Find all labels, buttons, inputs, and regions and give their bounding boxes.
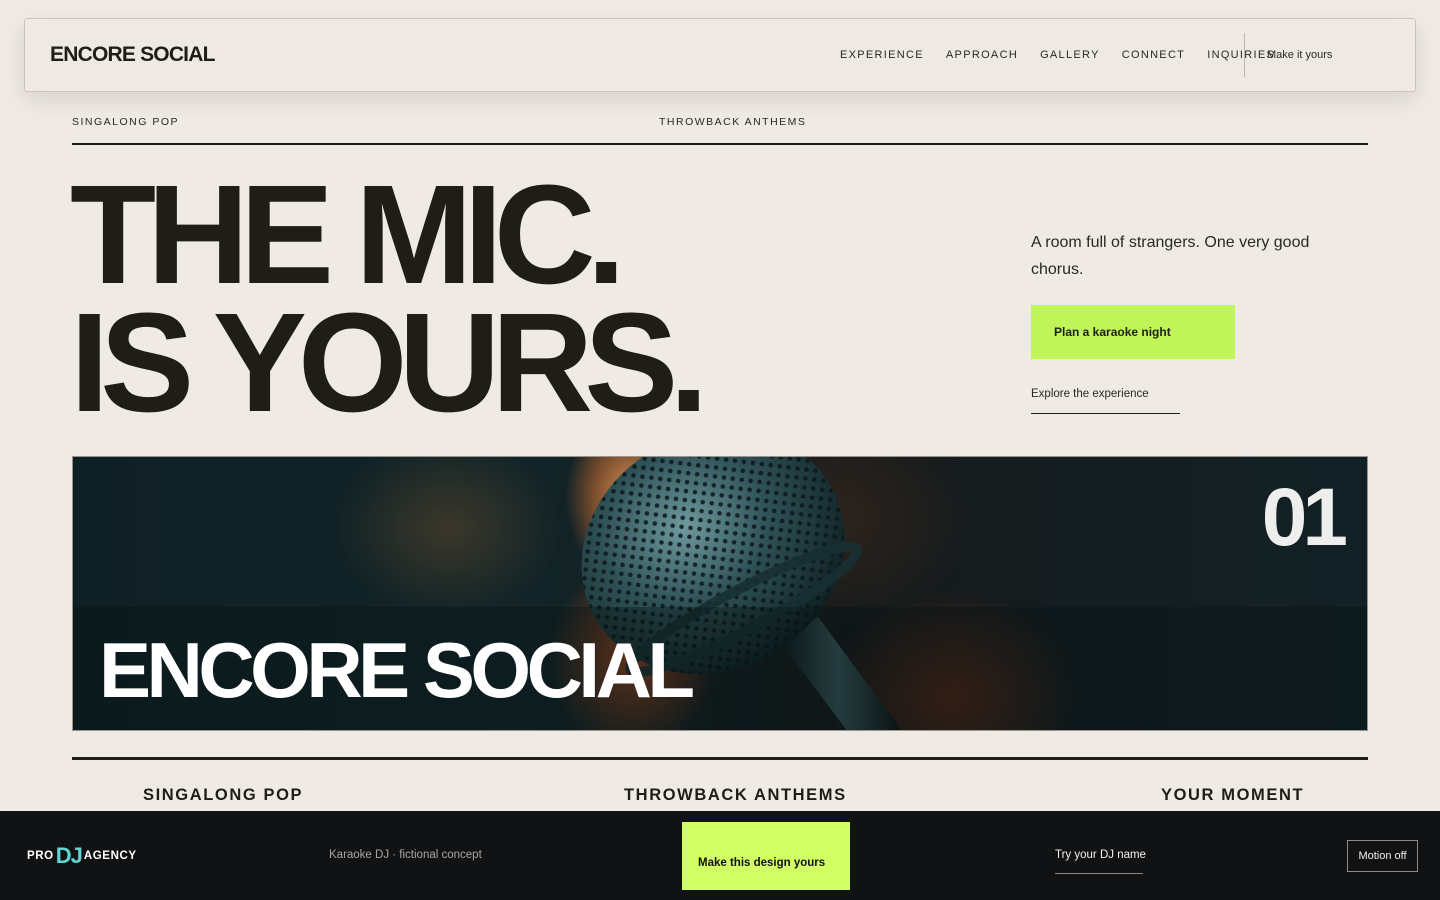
- hero-title-line-1: THE MIC.: [70, 155, 626, 313]
- try-dj-name-link[interactable]: Try your DJ name: [1055, 849, 1146, 874]
- logo-dj-text: DJ: [55, 843, 83, 868]
- explore-experience-link[interactable]: Explore the experience: [1031, 388, 1180, 414]
- motion-toggle-button[interactable]: Motion off: [1347, 840, 1418, 872]
- nav-gallery[interactable]: GALLERY: [1040, 49, 1100, 61]
- make-it-yours-link[interactable]: Make it yours: [1267, 49, 1332, 61]
- column-heading-throwback-anthems: THROWBACK ANTHEMS: [624, 786, 847, 804]
- prodj-agency-logo[interactable]: PRO DJ AGENCY: [27, 843, 137, 869]
- hero-title: THE MIC. IS YOURS.: [70, 155, 708, 441]
- feature-number: 01: [1261, 472, 1348, 563]
- nav-divider: [1244, 33, 1245, 77]
- site-header: ENCORE SOCIAL EXPERIENCE APPROACH GALLER…: [24, 18, 1416, 92]
- logo-agency-text: AGENCY: [83, 850, 137, 862]
- nav-connect[interactable]: CONNECT: [1122, 49, 1186, 61]
- tag-throwback-anthems: THROWBACK ANTHEMS: [659, 116, 807, 128]
- hero-title-line-2: IS YOURS.: [70, 283, 708, 441]
- divider-bottom: [72, 757, 1368, 760]
- nav-approach[interactable]: APPROACH: [946, 49, 1018, 61]
- make-design-yours-button[interactable]: Make this design yours: [682, 822, 850, 890]
- tag-singalong-pop: SINGALONG POP: [72, 116, 180, 128]
- nav-experience[interactable]: EXPERIENCE: [840, 49, 924, 61]
- plan-karaoke-night-button[interactable]: Plan a karaoke night: [1031, 305, 1235, 359]
- hero-tagline: A room full of strangers. One very good …: [1031, 234, 1310, 278]
- logo-pro-text: PRO: [27, 850, 54, 862]
- column-heading-singalong-pop: SINGALONG POP: [143, 786, 304, 804]
- feature-title: ENCORE SOCIAL: [99, 626, 695, 714]
- concept-note: Karaoke DJ · fictional concept: [329, 849, 482, 861]
- promo-footer-bar: PRO DJ AGENCY Karaoke DJ · fictional con…: [0, 811, 1440, 900]
- column-heading-your-moment: YOUR MOMENT: [1161, 786, 1305, 804]
- feature-card[interactable]: 01 ENCORE SOCIAL: [72, 456, 1368, 731]
- nav-inquiries[interactable]: INQUIRIES: [1207, 49, 1275, 61]
- main-nav: EXPERIENCE APPROACH GALLERY CONNECT INQU…: [840, 49, 1297, 61]
- divider-top: [72, 143, 1368, 145]
- brand-logo[interactable]: ENCORE SOCIAL: [50, 43, 215, 67]
